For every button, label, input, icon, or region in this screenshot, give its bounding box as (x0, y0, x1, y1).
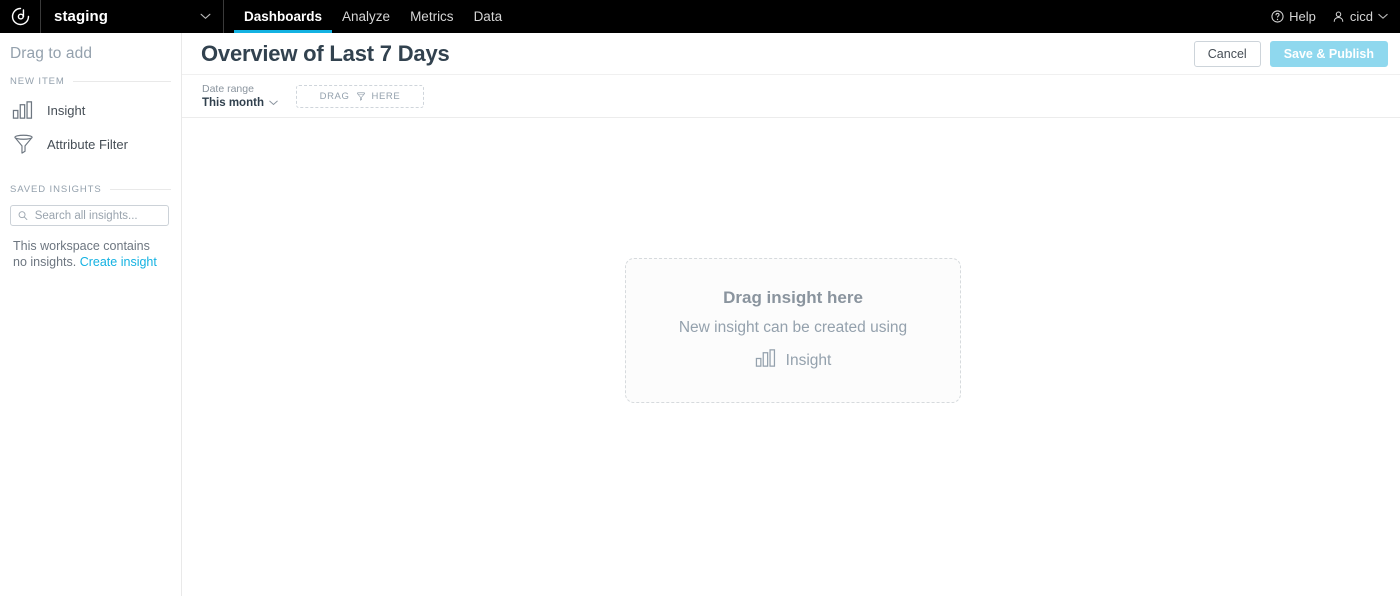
question-circle-icon (1271, 10, 1284, 23)
chevron-down-icon (200, 13, 211, 20)
search-input[interactable] (34, 209, 161, 222)
new-item-section-label: NEW ITEM (10, 76, 65, 87)
date-range-value: This month (202, 96, 264, 109)
bar-chart-icon (755, 348, 778, 373)
main-tabs: Dashboards Analyze Metrics Data (234, 0, 512, 33)
saved-insights-empty-state: This workspace contains no insights. Cre… (0, 226, 181, 270)
title-actions: Cancel Save & Publish (1193, 40, 1388, 67)
top-navigation-bar: staging Dashboards Analyze Metrics Data … (0, 0, 1400, 33)
funnel-icon (356, 91, 365, 101)
page-title[interactable]: Overview of Last 7 Days (201, 41, 450, 67)
tab-dashboards[interactable]: Dashboards (234, 0, 333, 33)
help-label: Help (1289, 9, 1316, 24)
new-item-insight-label: Insight (47, 102, 86, 118)
help-button[interactable]: Help (1271, 9, 1316, 24)
dashboard-canvas: Drag insight here New insight can be cre… (182, 118, 1400, 596)
saved-insights-section-header: SAVED INSIGHTS (0, 162, 181, 195)
tab-metrics-label: Metrics (410, 9, 454, 24)
workspace-selector[interactable]: staging (41, 0, 223, 33)
new-item-section-header: NEW ITEM (0, 63, 181, 87)
new-item-attribute-filter[interactable]: Attribute Filter (0, 127, 181, 162)
search-box[interactable] (10, 205, 169, 226)
date-range-caption: Date range (202, 82, 254, 95)
drop-zone-insight-hint: Insight (755, 348, 832, 373)
drop-zone-title: Drag insight here (723, 288, 863, 307)
user-name: cicd (1349, 9, 1373, 24)
insight-drop-zone[interactable]: Drag insight here New insight can be cre… (625, 258, 961, 403)
new-item-attribute-filter-label: Attribute Filter (47, 137, 128, 152)
filter-drop-target[interactable]: DRAG HERE (295, 84, 424, 108)
save-and-publish-button[interactable]: Save & Publish (1269, 40, 1388, 67)
funnel-icon (10, 134, 36, 155)
chevron-down-icon (269, 100, 278, 105)
search-icon (18, 211, 28, 220)
nav-right-group: Help cicd (1271, 0, 1400, 33)
date-range-filter[interactable]: Date range This month (202, 83, 278, 110)
tab-data[interactable]: Data (464, 0, 513, 33)
user-icon (1333, 11, 1344, 22)
section-divider (72, 81, 171, 82)
app-logo[interactable] (0, 0, 40, 33)
tab-metrics[interactable]: Metrics (400, 0, 464, 33)
gooddata-logo-icon (11, 7, 29, 26)
nav-divider-right (223, 0, 224, 33)
dashboard-title-bar: Overview of Last 7 Days Cancel Save & Pu… (182, 33, 1400, 75)
workspace-name: staging (54, 8, 109, 25)
tab-dashboards-label: Dashboards (244, 9, 323, 24)
user-menu[interactable]: cicd (1332, 9, 1388, 24)
filter-bar: Date range This month DRAG HERE (182, 75, 1400, 118)
sidebar-heading: Drag to add (10, 45, 93, 62)
main-content: Overview of Last 7 Days Cancel Save & Pu… (182, 33, 1400, 596)
new-item-insight[interactable]: Insight (0, 93, 181, 127)
create-insight-link[interactable]: Create insight (80, 255, 157, 269)
filter-drop-text-before: DRAG (319, 90, 350, 102)
search-container (0, 195, 181, 226)
tab-analyze[interactable]: Analyze (332, 0, 400, 33)
saved-insights-section-label: SAVED INSIGHTS (10, 184, 102, 195)
drop-zone-subtitle: New insight can be created using (678, 319, 908, 336)
new-item-list: Insight Attribute Filter (0, 87, 181, 162)
filter-drop-text-after: HERE (371, 90, 401, 102)
bar-chart-icon (10, 100, 36, 120)
tab-data-label: Data (473, 9, 503, 24)
date-range-value-row: This month (202, 96, 278, 110)
tab-analyze-label: Analyze (342, 9, 391, 24)
left-sidebar: Drag to add NEW ITEM Insight Attribute F… (0, 33, 182, 596)
chevron-down-icon (1378, 13, 1388, 19)
cancel-button[interactable]: Cancel (1193, 40, 1261, 67)
drop-zone-insight-label: Insight (785, 351, 832, 369)
page-body: Drag to add NEW ITEM Insight Attribute F… (0, 33, 1400, 596)
section-divider (109, 189, 171, 190)
